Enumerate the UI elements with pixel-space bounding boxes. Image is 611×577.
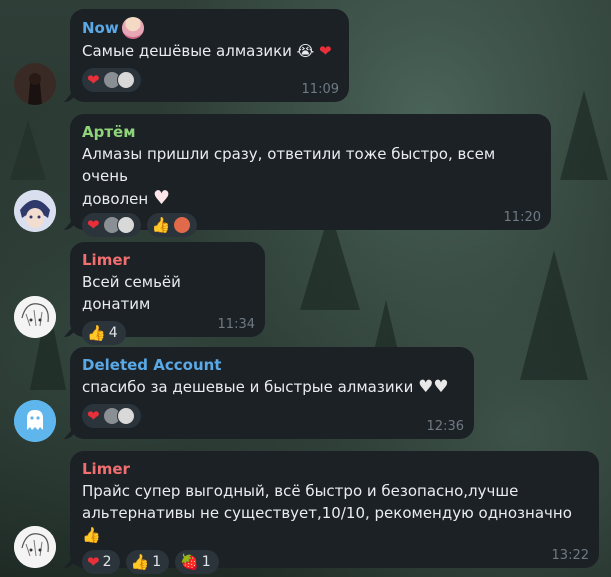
red-heart-icon: ❤ bbox=[87, 71, 100, 89]
white-heart-icon: ♥ bbox=[433, 377, 449, 397]
reaction-heart[interactable]: ❤ bbox=[82, 68, 141, 92]
message-text: Алмазы пришли сразу, ответили тоже быстр… bbox=[82, 143, 539, 210]
message-author[interactable]: Deleted Account bbox=[82, 355, 462, 375]
ghost-icon bbox=[14, 400, 56, 442]
avatar[interactable] bbox=[14, 296, 56, 338]
reaction-count: 1 bbox=[152, 554, 162, 570]
message-author[interactable]: Артём bbox=[82, 122, 539, 142]
message-text-content: спасибо за дешевые и быстрые алмазики bbox=[82, 378, 414, 396]
avatar[interactable] bbox=[14, 190, 56, 232]
message-text-line: доволен ♥ bbox=[82, 187, 539, 210]
reactor-avatar bbox=[116, 407, 135, 425]
message-author[interactable]: Now bbox=[82, 17, 337, 39]
message-text-content: Самые дешёвые алмазики bbox=[82, 42, 292, 60]
red-heart-icon: ❤ bbox=[87, 216, 100, 234]
thumbs-up-icon: 👍 bbox=[87, 323, 106, 342]
thumbs-up-icon: 👍 bbox=[130, 552, 150, 571]
avatar[interactable] bbox=[14, 526, 56, 568]
author-name: Limer bbox=[82, 460, 130, 478]
message-text-line: альтернативы не существует,10/10, рекоме… bbox=[82, 502, 587, 546]
reactor-avatar bbox=[116, 216, 135, 234]
emoji-status-icon bbox=[121, 17, 144, 39]
author-name: Deleted Account bbox=[82, 356, 222, 374]
reaction-thumbs-up[interactable]: 👍 4 bbox=[82, 321, 126, 345]
message-text-line: Алмазы пришли сразу, ответили тоже быстр… bbox=[82, 145, 496, 185]
author-name: Limer bbox=[82, 251, 130, 269]
tree-shape bbox=[10, 120, 46, 180]
white-heart-icon: ♥ bbox=[152, 187, 171, 209]
reaction-heart[interactable]: ❤ 2 bbox=[82, 550, 120, 574]
white-heart-icon: ♥ bbox=[418, 377, 434, 397]
red-heart-icon: ❤ bbox=[87, 407, 100, 425]
reaction-count: 2 bbox=[102, 554, 112, 570]
message-time: 12:36 bbox=[426, 419, 464, 434]
author-name: Артём bbox=[82, 123, 136, 141]
reaction-heart[interactable]: ❤ bbox=[82, 404, 141, 428]
reaction-heart[interactable]: ❤ bbox=[82, 213, 141, 237]
red-heart-icon: ❤ bbox=[87, 553, 100, 571]
message-text: Самые дешёвые алмазики 😭 ❤ bbox=[82, 40, 337, 62]
reactor-avatar bbox=[116, 71, 135, 89]
reaction-count: 4 bbox=[108, 325, 118, 341]
message-text: Всей семьёй донатим bbox=[82, 273, 181, 313]
message-author[interactable]: Limer bbox=[82, 459, 587, 479]
message-bubble[interactable]: Limer Прайс супер выгодный, всё быстро и… bbox=[70, 451, 599, 574]
avatar-image bbox=[14, 63, 56, 105]
reaction-thumbs-up[interactable]: 👍 bbox=[146, 213, 198, 237]
message-bubble[interactable]: Артём Алмазы пришли сразу, ответили тоже… bbox=[70, 114, 551, 237]
red-heart-icon: ❤ bbox=[318, 42, 332, 60]
tree-shape bbox=[560, 90, 608, 180]
thumbs-up-icon: 👍 bbox=[151, 215, 171, 234]
message-bubble[interactable]: Now Самые дешёвые алмазики 😭 ❤ ❤ 11:09 bbox=[70, 9, 349, 102]
tree-shape bbox=[520, 250, 588, 380]
reactions-bar: ❤ bbox=[82, 68, 337, 92]
avatar[interactable] bbox=[14, 63, 56, 105]
reactions-bar: ❤ 👍 bbox=[82, 213, 539, 237]
message-text-line: Прайс супер выгодный, всё быстро и безоп… bbox=[82, 482, 519, 500]
avatar[interactable] bbox=[14, 400, 56, 442]
message-time: 11:09 bbox=[301, 82, 339, 97]
reactions-bar: ❤ bbox=[82, 404, 462, 428]
strawberry-icon: 🍓 bbox=[180, 552, 199, 571]
author-name: Now bbox=[82, 19, 119, 37]
message-time: 13:22 bbox=[551, 548, 589, 563]
reactor-avatar bbox=[173, 216, 192, 234]
reaction-strawberry[interactable]: 🍓 1 bbox=[175, 550, 219, 574]
reaction-thumbs-up[interactable]: 👍 1 bbox=[125, 550, 170, 574]
message-author[interactable]: Limer bbox=[82, 250, 253, 270]
reaction-count: 1 bbox=[201, 554, 211, 570]
thumbs-up-icon: 👍 bbox=[82, 526, 101, 544]
avatar-image bbox=[14, 190, 56, 232]
message-text: Прайс супер выгодный, всё быстро и безоп… bbox=[82, 480, 587, 546]
reactions-bar: ❤ 2 👍 1 🍓 1 bbox=[82, 550, 587, 574]
crying-face-icon: 😭 bbox=[296, 42, 315, 60]
message-text: спасибо за дешевые и быстрые алмазики ♥♥ bbox=[82, 376, 462, 398]
message-text-content: альтернативы не существует,10/10, рекоме… bbox=[82, 504, 572, 522]
avatar-image bbox=[14, 296, 56, 338]
message-time: 11:34 bbox=[217, 317, 255, 332]
message-bubble[interactable]: Deleted Account спасибо за дешевые и быс… bbox=[70, 347, 474, 439]
message-bubble[interactable]: Limer Всей семьёй донатим 👍 4 11:34 bbox=[70, 242, 265, 345]
avatar-image bbox=[14, 526, 56, 568]
message-time: 11:20 bbox=[503, 210, 541, 225]
message-text-content: доволен bbox=[82, 190, 149, 208]
